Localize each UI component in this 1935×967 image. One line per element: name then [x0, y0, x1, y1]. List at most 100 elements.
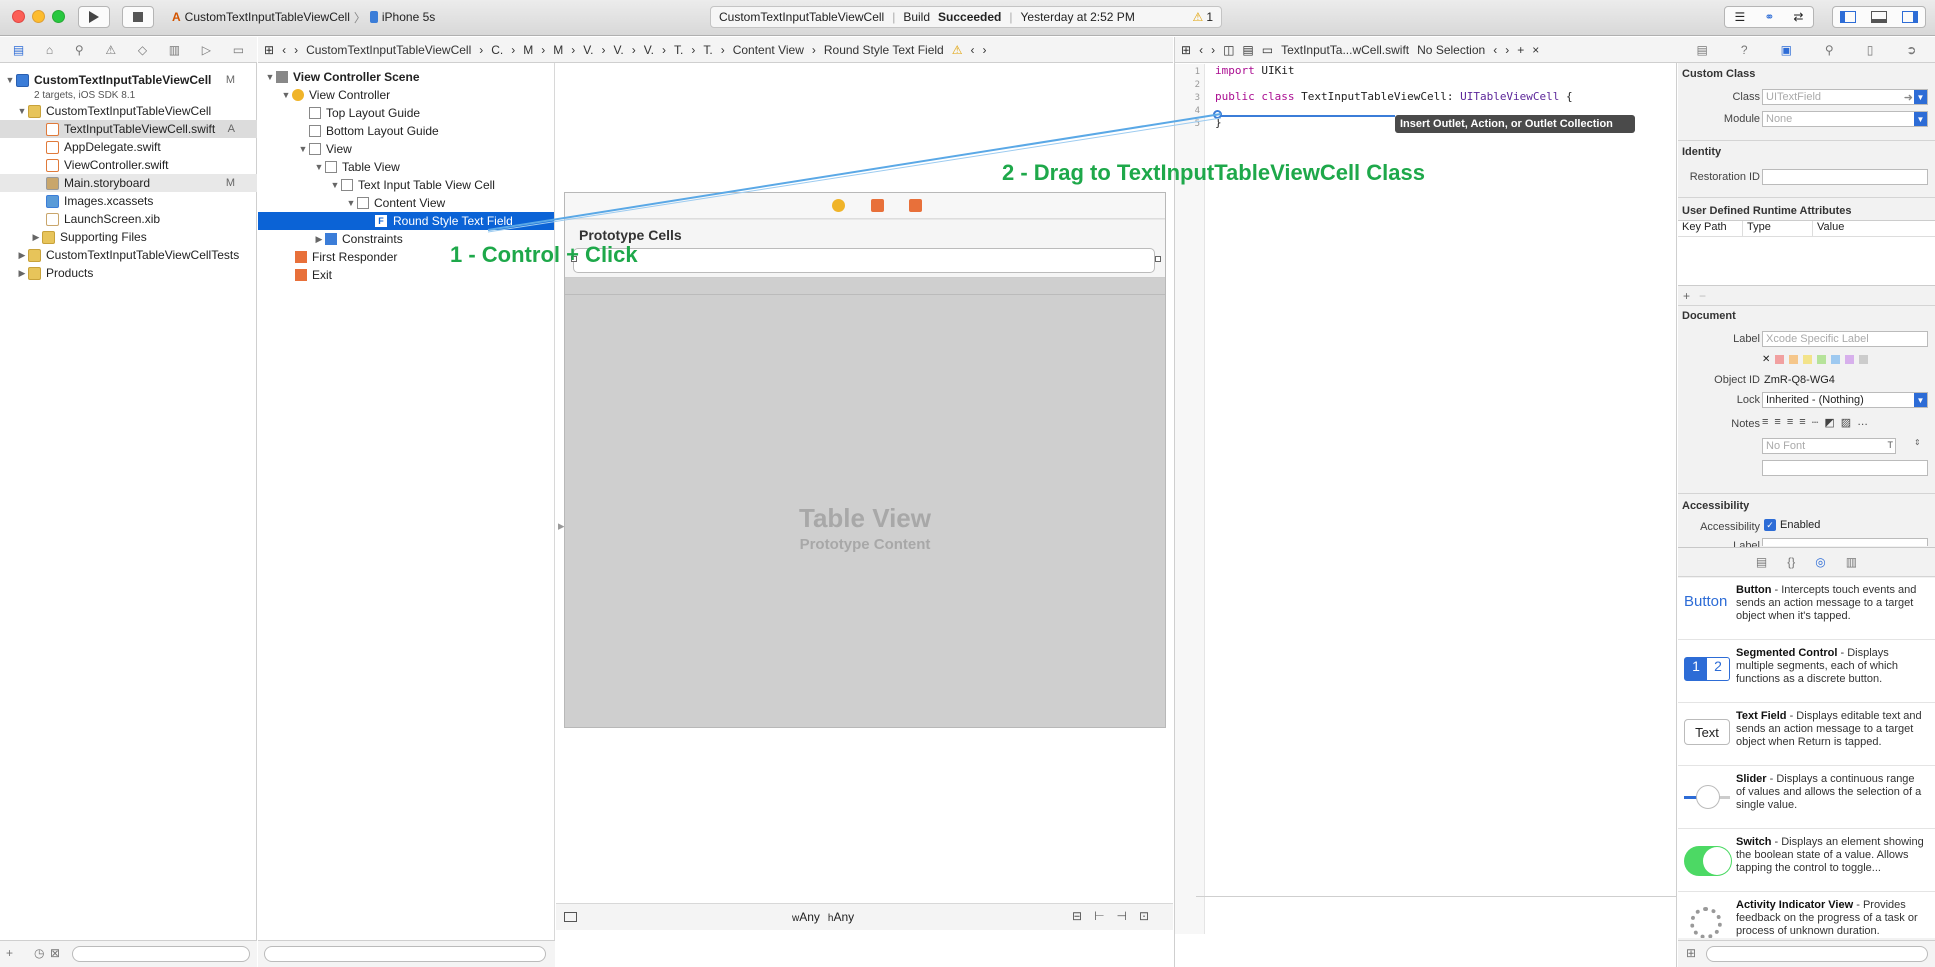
color-swatch[interactable] [1845, 355, 1855, 364]
back-icon[interactable]: ‹ [1493, 43, 1497, 57]
exit-icon[interactable] [909, 199, 922, 212]
list-item[interactable]: ▶ CustomTextInputTableViewCellTests [0, 246, 257, 264]
outline-item[interactable]: ▼ Table View [313, 158, 400, 176]
color-icon[interactable]: ▨ [1841, 416, 1851, 429]
jump-crumb[interactable]: T. [703, 43, 712, 57]
runtime-attributes-table[interactable]: Key Path Type Value [1678, 220, 1935, 286]
back-icon[interactable]: ‹ [1199, 43, 1203, 57]
outline-toggle-icon[interactable] [564, 912, 577, 922]
jump-crumb[interactable]: V. [583, 43, 593, 57]
outline-item[interactable]: ▶ Constraints [313, 230, 403, 248]
chevron-down-icon[interactable]: ▼ [1914, 393, 1927, 407]
list-item[interactable]: AppDelegate.swift [0, 138, 257, 156]
jump-crumb[interactable]: Round Style Text Field [824, 43, 944, 57]
forward-icon[interactable]: › [982, 43, 986, 57]
version-editor-icon[interactable]: ⇄ [1793, 10, 1803, 24]
add-icon[interactable]: + [6, 946, 13, 960]
close-window-button[interactable] [12, 10, 25, 23]
size-inspector-icon[interactable]: ▯ [1867, 43, 1874, 57]
accessibility-enabled-checkbox[interactable]: ✓ Enabled [1764, 519, 1820, 531]
library-item-activity-indicator[interactable]: Activity Indicator View - Provides feedb… [1678, 893, 1935, 938]
list-item[interactable]: ▼ CustomTextInputTableViewCell [0, 102, 257, 120]
outline-item[interactable]: ▼ Content View [345, 194, 446, 212]
scheme-selector[interactable]: A CustomTextInputTableViewCell 〉 iPhone … [172, 7, 435, 27]
jump-crumb[interactable]: Content View [733, 43, 804, 57]
help-icon[interactable]: ? [1741, 43, 1748, 57]
filter-input[interactable] [72, 946, 250, 962]
view-controller-frame[interactable]: Prototype Cells Table View Prototype Con… [564, 192, 1166, 728]
jump-selection[interactable]: No Selection [1417, 43, 1485, 57]
accessibility-label-field[interactable] [1762, 538, 1928, 546]
list-item[interactable]: LaunchScreen.xib [0, 210, 257, 228]
jump-crumb[interactable]: M [523, 43, 533, 57]
recent-files-icon[interactable]: ◷ [34, 946, 44, 960]
restoration-id-field[interactable] [1762, 169, 1928, 185]
align-icon[interactable]: ⊟ [1072, 909, 1082, 923]
ib-canvas[interactable]: ▸ Prototype Cells Table View Prototype C… [556, 63, 1173, 930]
jump-crumb[interactable]: M [553, 43, 563, 57]
color-swatch[interactable] [1803, 355, 1813, 364]
chevron-down-icon[interactable]: ▼ [1914, 90, 1927, 104]
view-toggle-control[interactable] [1832, 6, 1926, 28]
symbol-nav-icon[interactable]: ⌂ [46, 43, 53, 57]
back-icon[interactable]: ‹ [282, 43, 286, 57]
align-center-icon[interactable]: ≡ [1774, 416, 1780, 429]
warning-icon[interactable]: ⚠ [952, 43, 963, 57]
identity-inspector-icon[interactable]: ▣ [1781, 43, 1792, 57]
forward-icon[interactable]: › [294, 43, 298, 57]
connections-inspector-icon[interactable]: ➲ [1906, 43, 1916, 57]
jump-crumb[interactable]: V. [644, 43, 654, 57]
code-line-1[interactable]: import UIKit [1215, 64, 1295, 77]
issue-nav-icon[interactable]: ⚠ [105, 43, 116, 57]
related-items-icon[interactable]: ⊞ [264, 43, 274, 57]
test-nav-icon[interactable]: ◇ [138, 43, 147, 57]
justify-icon[interactable]: ≡ [1799, 416, 1805, 429]
outline-item[interactable]: Top Layout Guide [309, 104, 420, 122]
clear-color-icon[interactable]: ✕ [1762, 354, 1770, 365]
resize-handle[interactable] [1155, 256, 1161, 262]
more-icon[interactable]: … [1857, 416, 1868, 429]
code-snippet-icon[interactable]: {} [1787, 555, 1795, 569]
label-color-swatches[interactable]: ✕ [1762, 354, 1869, 365]
forward-icon[interactable]: › [1505, 43, 1509, 57]
outline-item[interactable]: ▼ Text Input Table View Cell [329, 176, 495, 194]
color-swatch[interactable] [1859, 355, 1869, 364]
stepper-icon[interactable]: ⇕ [1914, 438, 1921, 447]
align-right-icon[interactable]: ≡ [1787, 416, 1793, 429]
forward-icon[interactable]: › [1211, 43, 1215, 57]
font-field[interactable]: No Font T [1762, 438, 1896, 454]
assistant-editor-icon[interactable]: ⚭ [1764, 10, 1774, 24]
code-line-3[interactable]: public class TextInputTableViewCell: UIT… [1215, 90, 1573, 103]
resizing-icon[interactable]: ⊡ [1139, 909, 1149, 923]
debug-nav-icon[interactable]: ▥ [169, 43, 180, 57]
library-item-button[interactable]: Button Button - Intercepts touch events … [1678, 578, 1935, 640]
doc-label-field[interactable]: Xcode Specific Label [1762, 331, 1928, 347]
attributes-inspector-icon[interactable]: ⚲ [1825, 43, 1834, 57]
color-swatch[interactable] [1775, 355, 1785, 364]
file-template-icon[interactable]: ▤ [1756, 555, 1767, 569]
search-icon[interactable]: ⚲ [75, 43, 84, 57]
folder-nav-icon[interactable]: ▤ [13, 43, 24, 57]
stop-button[interactable] [122, 6, 154, 28]
jump-file[interactable]: TextInputTa...wCell.swift [1281, 43, 1409, 57]
library-item-segmented-control[interactable]: 12 Segmented Control - Displays multiple… [1678, 641, 1935, 703]
library-item-switch[interactable]: Switch - Displays an element showing the… [1678, 830, 1935, 892]
assistant-mode-icon[interactable]: ◫ [1223, 43, 1234, 57]
zoom-window-button[interactable] [52, 10, 65, 23]
scm-filter-icon[interactable]: ⊠ [50, 946, 60, 960]
media-library-icon[interactable]: ▥ [1846, 555, 1857, 569]
chevron-down-icon[interactable]: ▼ [1914, 112, 1927, 126]
debug-toggle-icon[interactable] [1870, 11, 1887, 23]
notes-text-area[interactable] [1762, 460, 1928, 476]
report-nav-icon[interactable]: ▭ [233, 43, 244, 57]
outline-item[interactable]: ▼ View Controller [280, 86, 391, 104]
utilities-toggle-icon[interactable] [1901, 11, 1918, 23]
list-item[interactable]: Main.storyboard M [0, 174, 257, 192]
filter-input[interactable] [1706, 946, 1928, 962]
outline-item[interactable]: Exit [295, 266, 332, 284]
filter-input[interactable] [264, 946, 546, 962]
run-button[interactable] [78, 6, 110, 28]
outline-item[interactable]: First Responder [295, 248, 397, 266]
library-item-text-field[interactable]: Text Text Field - Displays editable text… [1678, 704, 1935, 766]
table-view-header[interactable]: Prototype Cells [565, 220, 1165, 278]
